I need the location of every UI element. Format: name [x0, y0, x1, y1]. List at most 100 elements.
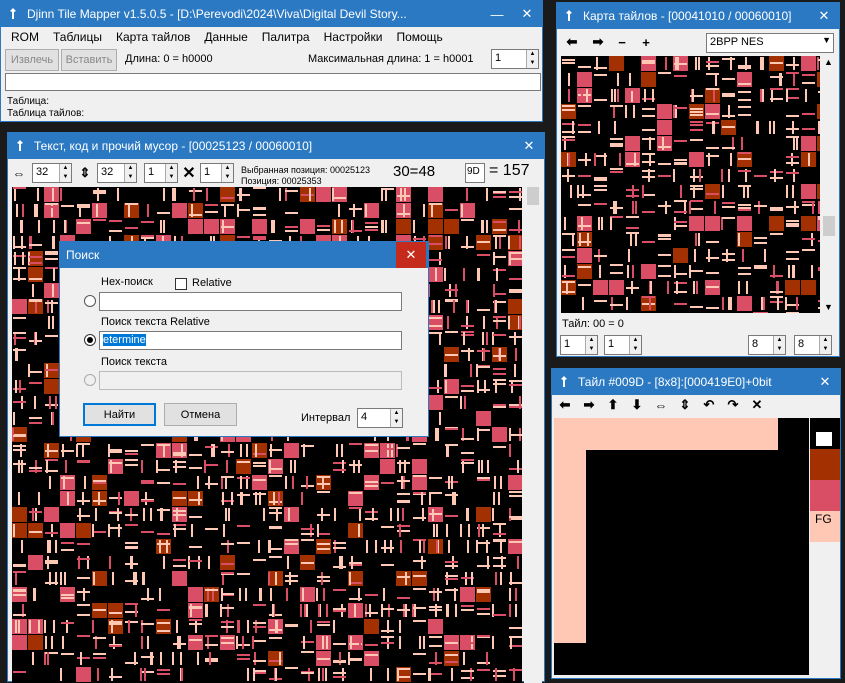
arrow-left-icon[interactable]: ⬅: [563, 33, 581, 51]
map-spin-1[interactable]: 1 ▲ ▼: [560, 335, 598, 355]
tile-canvas[interactable]: [554, 418, 809, 675]
insert-button[interactable]: Вставить: [61, 49, 117, 71]
palette-swatch-0[interactable]: [810, 418, 840, 449]
close-button[interactable]: ✕: [512, 1, 542, 27]
width-spin[interactable]: 32 ▲ ▼: [32, 163, 72, 183]
tile-titlebar[interactable]: Тайл #009D - [8x8]:[000419E0]+0bit ✕: [552, 369, 840, 395]
extract-button[interactable]: Извлечь: [5, 49, 59, 71]
tile-stroke: [786, 64, 799, 66]
rotate-left-icon[interactable]: ↶: [700, 396, 718, 414]
hex-search-radio[interactable]: [84, 295, 96, 307]
scroll-thumb[interactable]: [527, 187, 539, 205]
main-titlebar[interactable]: Djinn Tile Mapper v1.5.0.5 - [D:\Perevod…: [1, 1, 542, 27]
spin-arrows-icon[interactable]: ▲ ▼: [221, 164, 233, 182]
close-button[interactable]: ✕: [809, 3, 839, 29]
tile-stroke: [738, 204, 751, 206]
menu-help[interactable]: Помощь: [389, 30, 449, 44]
tile-stroke: [173, 514, 186, 516]
tile-stroke: [109, 645, 122, 647]
tile-block: [817, 184, 820, 199]
tile-stroke: [302, 588, 304, 601]
shift-left-icon[interactable]: ⬅: [556, 396, 574, 414]
text-scrollbar[interactable]: [524, 187, 542, 683]
text-field[interactable]: [5, 73, 541, 91]
find-button[interactable]: Найти: [83, 403, 156, 426]
palette-swatch-2[interactable]: [810, 449, 840, 480]
spin-arrows-icon[interactable]: ▲ ▼: [773, 336, 785, 354]
tile-stroke: [564, 137, 566, 150]
tilemap-scrollbar[interactable]: ▲ ▼: [821, 56, 837, 313]
scroll-down-icon[interactable]: ▼: [824, 302, 833, 312]
menu-rom[interactable]: ROM: [1, 30, 46, 44]
clear-icon[interactable]: ✕: [748, 396, 766, 414]
map-spin-4[interactable]: 8 ▲ ▼: [794, 335, 832, 355]
spin-arrows-icon[interactable]: ▲ ▼: [124, 164, 136, 182]
tile-stroke: [818, 300, 820, 302]
text-search-input[interactable]: [99, 371, 402, 390]
length-spin[interactable]: 1 ▲ ▼: [491, 49, 539, 69]
menu-tables[interactable]: Таблицы: [46, 30, 109, 44]
text-search-radio[interactable]: [84, 374, 96, 386]
tile-stroke: [13, 565, 26, 567]
text-relative-input[interactable]: etermine: [99, 331, 402, 350]
cancel-button[interactable]: Отмена: [164, 403, 237, 426]
spin-arrows-icon[interactable]: ▲ ▼: [526, 50, 538, 68]
arrow-right-icon[interactable]: ➡: [589, 33, 607, 51]
interval-spin[interactable]: 4 ▲ ▼: [357, 408, 403, 428]
tile-stroke: [610, 143, 623, 145]
palette-swatch-1[interactable]: [816, 432, 832, 446]
shift-right-icon[interactable]: ➡: [580, 396, 598, 414]
text-relative-label: Поиск текста Relative: [101, 316, 210, 328]
spin-arrows-icon[interactable]: ▲ ▼: [629, 336, 641, 354]
tile-stroke: [246, 444, 248, 457]
shift-up-icon[interactable]: ⬆: [604, 396, 622, 414]
scroll-up-icon[interactable]: ▲: [824, 57, 833, 67]
text-titlebar[interactable]: Текст, код и прочий мусор - [00025123 / …: [8, 133, 544, 159]
menu-palette[interactable]: Палитра: [255, 30, 317, 44]
zoom-y-spin[interactable]: 1 ▲ ▼: [200, 163, 234, 183]
plus-icon[interactable]: +: [637, 33, 655, 51]
tile-stroke: [341, 444, 343, 457]
tile-stroke: [793, 137, 795, 150]
tile-stroke: [466, 188, 468, 201]
rotate-right-icon[interactable]: ↷: [724, 396, 742, 414]
tilemap-titlebar[interactable]: Карта тайлов - [00041010 / 00060010] ✕: [557, 3, 839, 29]
search-titlebar[interactable]: Поиск ✕: [60, 242, 428, 268]
palette-swatch-3[interactable]: [810, 480, 840, 511]
tile-stroke: [381, 448, 394, 450]
spin-arrows-icon[interactable]: ▲ ▼: [165, 164, 177, 182]
map-spin-2[interactable]: 1 ▲ ▼: [604, 335, 642, 355]
tile-stroke: [635, 201, 637, 214]
dec-value: = 157: [489, 162, 530, 179]
spin-arrows-icon[interactable]: ▲ ▼: [59, 164, 71, 182]
spin-arrows-icon[interactable]: ▲ ▼: [390, 409, 402, 427]
close-button[interactable]: ✕: [810, 369, 840, 395]
spin-arrows-icon[interactable]: ▲ ▼: [819, 336, 831, 354]
tile-stroke: [706, 307, 719, 309]
minus-icon[interactable]: −: [613, 33, 631, 51]
tile-stroke: [690, 208, 703, 210]
zoom-x-spin[interactable]: 1 ▲ ▼: [144, 163, 178, 183]
spin-arrows-icon[interactable]: ▲ ▼: [585, 336, 597, 354]
hex-value-field[interactable]: 9D: [465, 163, 485, 183]
flip-vertical-icon[interactable]: ⇕: [676, 396, 694, 414]
menu-data[interactable]: Данные: [197, 30, 254, 44]
minimize-button[interactable]: —: [482, 1, 512, 27]
tilemap-view[interactable]: [561, 56, 820, 313]
flip-horizontal-icon[interactable]: ⇔: [652, 396, 670, 414]
close-button[interactable]: ✕: [396, 242, 426, 268]
height-spin[interactable]: 32 ▲ ▼: [97, 163, 137, 183]
codec-select[interactable]: 2BPP NES ▼: [706, 33, 834, 53]
map-spin-3[interactable]: 8 ▲ ▼: [748, 335, 786, 355]
hex-search-input[interactable]: [99, 292, 402, 311]
close-button[interactable]: ✕: [514, 133, 544, 159]
tile-stroke: [285, 188, 287, 201]
relative-checkbox[interactable]: [175, 278, 187, 290]
scroll-thumb[interactable]: [823, 216, 835, 236]
shift-down-icon[interactable]: ⬇: [628, 396, 646, 414]
chevron-down-icon[interactable]: ▼: [822, 35, 831, 45]
text-relative-radio[interactable]: [84, 334, 96, 346]
menu-tilemap[interactable]: Карта тайлов: [109, 30, 197, 44]
menu-settings[interactable]: Настройки: [317, 30, 390, 44]
tile-stroke: [509, 336, 522, 338]
